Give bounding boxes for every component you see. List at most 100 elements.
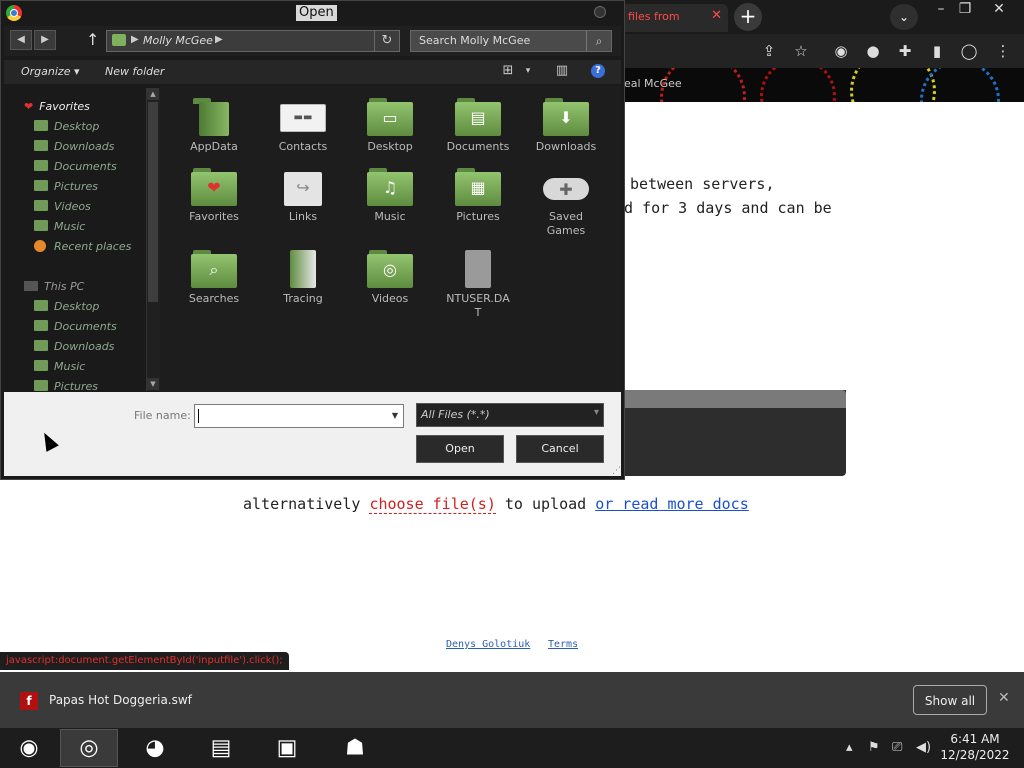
download-item-name[interactable]: Papas Hot Doggeria.swf xyxy=(49,693,192,707)
file-item-contacts[interactable]: ▬▬ Contacts xyxy=(266,98,340,154)
breadcrumb-chevron-icon[interactable]: ▶ xyxy=(215,34,223,45)
file-item-favorites[interactable]: ❤ Favorites xyxy=(177,168,251,224)
file-name-input[interactable]: ▼ xyxy=(194,404,404,428)
view-dropdown-icon[interactable]: ▾ xyxy=(520,63,536,79)
close-window-icon[interactable]: ✕ xyxy=(982,0,1016,22)
file-item-searches[interactable]: ⌕ Searches xyxy=(177,250,251,306)
file-item-pictures[interactable]: ▦ Pictures xyxy=(441,168,515,224)
open-button[interactable]: Open xyxy=(416,435,504,463)
breadcrumb-chevron-icon[interactable]: ▶ xyxy=(131,34,139,45)
close-tab-icon[interactable]: ✕ xyxy=(711,8,722,23)
heart-icon: ❤ xyxy=(24,100,34,113)
file-item-documents[interactable]: ▤ Documents xyxy=(441,98,515,154)
menu-kebab-icon[interactable]: ⋮ xyxy=(994,42,1012,60)
forward-arrow-icon[interactable]: ▶ xyxy=(34,30,56,50)
volume-icon[interactable]: ◀) xyxy=(916,740,931,755)
address-bar[interactable]: ▶ Molly McGee ▶ ↻ xyxy=(106,30,400,52)
taskbar-chrome[interactable]: ◎ xyxy=(60,729,118,767)
tab-search-icon[interactable]: ⌄ xyxy=(890,4,918,30)
show-all-button[interactable]: Show all xyxy=(913,685,987,715)
taskbar-firefox[interactable]: ◕ xyxy=(126,729,184,767)
tray-expand-icon[interactable]: ▴ xyxy=(846,740,853,755)
nav-item-label: Desktop xyxy=(54,120,100,133)
preview-pane-icon[interactable]: ▥ xyxy=(554,63,570,79)
choose-files-link[interactable]: choose file(s) xyxy=(369,495,496,514)
profile-icon[interactable]: ◯ xyxy=(960,42,978,60)
music-folder-icon xyxy=(34,360,48,371)
search-icon[interactable]: ⌕ xyxy=(586,31,611,51)
read-more-docs-link[interactable]: or read more docs xyxy=(595,495,749,513)
new-tab-button[interactable]: + xyxy=(734,3,762,31)
nav-item-pc-pictures[interactable]: Pictures xyxy=(34,380,98,392)
file-item-ntuser[interactable]: NTUSER.DAT xyxy=(441,250,515,320)
nav-item-videos[interactable]: Videos xyxy=(34,200,91,213)
file-item-music[interactable]: ♫ Music xyxy=(353,168,427,224)
extensions-puzzle-icon[interactable]: ✚ xyxy=(896,42,914,60)
nav-item-pc-music[interactable]: Music xyxy=(34,360,85,373)
file-type-filter[interactable]: All Files (*.*) ▾ xyxy=(416,403,604,427)
browser-tab[interactable]: files from ✕ xyxy=(620,4,728,32)
breadcrumb-current[interactable]: Molly McGee xyxy=(143,34,213,47)
share-icon[interactable]: ⇪ xyxy=(760,42,778,60)
bookmark-star-icon[interactable]: ☆ xyxy=(792,42,810,60)
network-icon[interactable]: ⎚ xyxy=(892,740,902,755)
file-name-dropdown-icon[interactable]: ▼ xyxy=(387,405,403,427)
new-folder-button[interactable]: New folder xyxy=(105,65,164,78)
restore-icon[interactable]: ❐ xyxy=(948,0,982,22)
footer-terms-link[interactable]: Terms xyxy=(548,639,578,650)
text-caret xyxy=(198,409,199,423)
scroll-up-icon[interactable]: ▲ xyxy=(147,88,159,100)
nav-item-desktop[interactable]: Desktop xyxy=(34,120,99,133)
nav-item-documents[interactable]: Documents xyxy=(34,160,117,173)
photos-icon: ▣ xyxy=(276,735,298,761)
dialog-close-icon[interactable] xyxy=(594,6,606,18)
computer-icon xyxy=(24,281,38,291)
cancel-button[interactable]: Cancel xyxy=(516,435,604,463)
refresh-icon[interactable]: ↻ xyxy=(374,31,399,51)
organize-button[interactable]: Organize ▾ xyxy=(21,65,80,78)
footer-author-link[interactable]: Denys Golotiuk xyxy=(446,639,530,650)
action-center-flag-icon[interactable]: ⚑ xyxy=(868,740,880,755)
taskbar-clock[interactable]: 6:41 AM 12/28/2022 xyxy=(930,731,1020,763)
start-button[interactable]: ◉ xyxy=(0,729,58,767)
nav-item-pictures[interactable]: Pictures xyxy=(34,180,98,193)
close-download-bar-icon[interactable]: ✕ xyxy=(998,690,1010,706)
file-item-appdata[interactable]: AppData xyxy=(177,98,251,154)
file-item-tracing[interactable]: Tracing xyxy=(266,250,340,306)
this-pc-header[interactable]: This PC xyxy=(24,280,84,293)
favorites-header[interactable]: ❤ Favorites xyxy=(24,100,90,113)
search-input[interactable]: Search Molly McGee ⌕ xyxy=(410,30,612,52)
navigation-scrollbar[interactable]: ▲ ▼ xyxy=(146,88,160,391)
taskbar-people[interactable]: ☗ xyxy=(326,729,384,767)
file-item-saved-games[interactable]: ✚ Saved Games xyxy=(529,168,603,238)
help-icon[interactable]: ? xyxy=(591,64,605,78)
file-item-desktop[interactable]: ▭ Desktop xyxy=(353,98,427,154)
videos-folder-icon xyxy=(34,200,48,211)
nav-item-pc-documents[interactable]: Documents xyxy=(34,320,117,333)
scroll-down-icon[interactable]: ▼ xyxy=(147,378,159,390)
file-item-downloads[interactable]: ⬇ Downloads xyxy=(529,98,603,154)
file-item-links[interactable]: ↪ Links xyxy=(266,168,340,224)
page-body-line: between servers, xyxy=(630,175,775,193)
nav-item-downloads[interactable]: Downloads xyxy=(34,140,114,153)
scroll-thumb[interactable] xyxy=(148,102,158,302)
taskbar-explorer[interactable]: ▤ xyxy=(192,729,250,767)
file-item-videos[interactable]: ◎ Videos xyxy=(353,250,427,306)
this-pc-header-label: This PC xyxy=(44,280,85,293)
up-arrow-icon[interactable]: ↑ xyxy=(86,30,99,49)
nav-item-music[interactable]: Music xyxy=(34,220,85,233)
nav-item-pc-downloads[interactable]: Downloads xyxy=(34,340,114,353)
extension-avatar-icon[interactable]: ● xyxy=(864,42,882,60)
status-url-bubble: javascript:document.getElementById('inpu… xyxy=(0,652,289,670)
view-options-icon[interactable]: ⊞ xyxy=(500,63,516,79)
sidebar-icon[interactable]: ▮ xyxy=(928,42,946,60)
taskbar-photos[interactable]: ▣ xyxy=(258,729,316,767)
documents-folder-icon xyxy=(34,320,48,331)
extension-flag-icon[interactable]: ◉ xyxy=(832,42,850,60)
nav-item-recent-places[interactable]: Recent places xyxy=(34,240,131,253)
nav-item-pc-desktop[interactable]: Desktop xyxy=(34,300,99,313)
back-arrow-icon[interactable]: ◀ xyxy=(10,30,32,50)
resize-grip-icon[interactable]: ⋰ xyxy=(612,466,621,476)
file-item-label: Links xyxy=(288,210,318,223)
filter-dropdown-icon[interactable]: ▾ xyxy=(594,407,599,418)
